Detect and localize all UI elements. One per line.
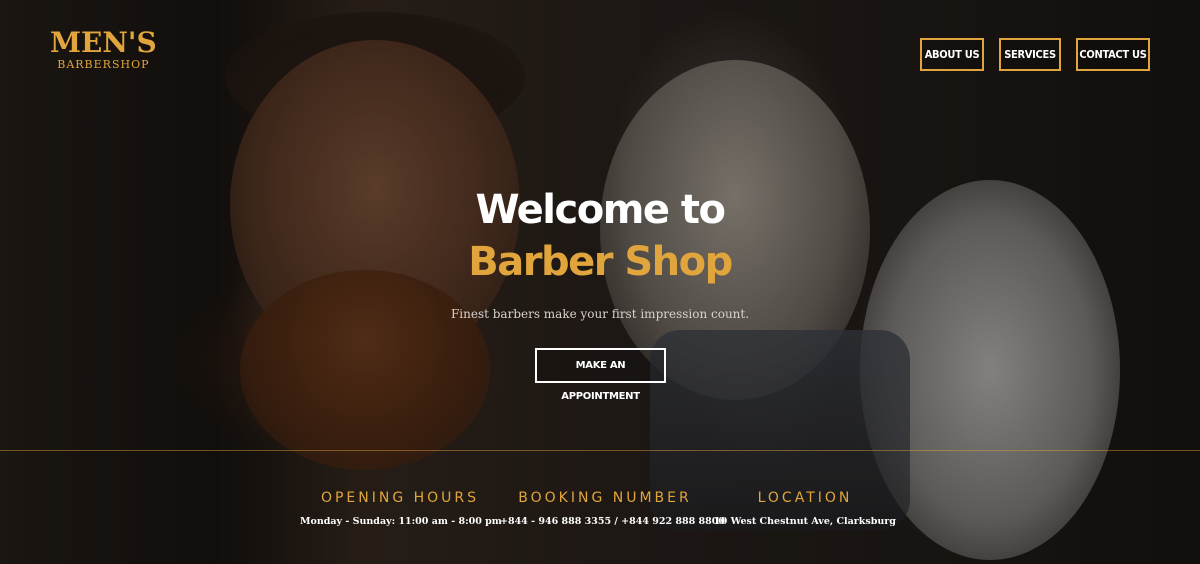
opening-hours-block: OPENING HOURS Monday - Sunday: 11:00 am … (300, 488, 502, 527)
make-appointment-button[interactable]: MAKE AN APPOINTMENT (535, 348, 666, 402)
hero-heading-block: Welcome to Barber Shop Finest barbers ma… (0, 185, 1200, 321)
info-divider (0, 450, 1200, 451)
location-title: LOCATION (757, 490, 853, 506)
location-block: LOCATION 10 West Chestnut Ave, Clarksbur… (705, 488, 905, 527)
nav-about-us-button[interactable]: ABOUT US (920, 38, 984, 71)
opening-hours-value: Monday - Sunday: 11:00 am - 8:00 pm (300, 516, 502, 527)
booking-number-value[interactable]: +844 - 946 888 3355 / +844 922 888 8800 (500, 516, 725, 527)
location-value: 10 West Chestnut Ave, Clarksburg (714, 516, 896, 527)
hero-title-line2: Barber Shop (468, 239, 733, 285)
booking-number-title: BOOKING NUMBER (518, 490, 692, 506)
logo-title: MEN'S (50, 26, 157, 59)
site-logo[interactable]: MEN'S BARBERSHOP (50, 28, 157, 72)
hero-tagline: Finest barbers make your first impressio… (450, 307, 750, 321)
logo-subtitle: BARBERSHOP (57, 58, 150, 71)
main-nav: ABOUT US SERVICES CONTACT US (920, 38, 1150, 71)
nav-services-button[interactable]: SERVICES (999, 38, 1061, 71)
nav-contact-us-button[interactable]: CONTACT US (1076, 38, 1150, 71)
booking-number-block: BOOKING NUMBER +844 - 946 888 3355 / +84… (500, 488, 725, 527)
hero-title-line1: Welcome to (475, 187, 726, 233)
opening-hours-title: OPENING HOURS (320, 490, 480, 506)
